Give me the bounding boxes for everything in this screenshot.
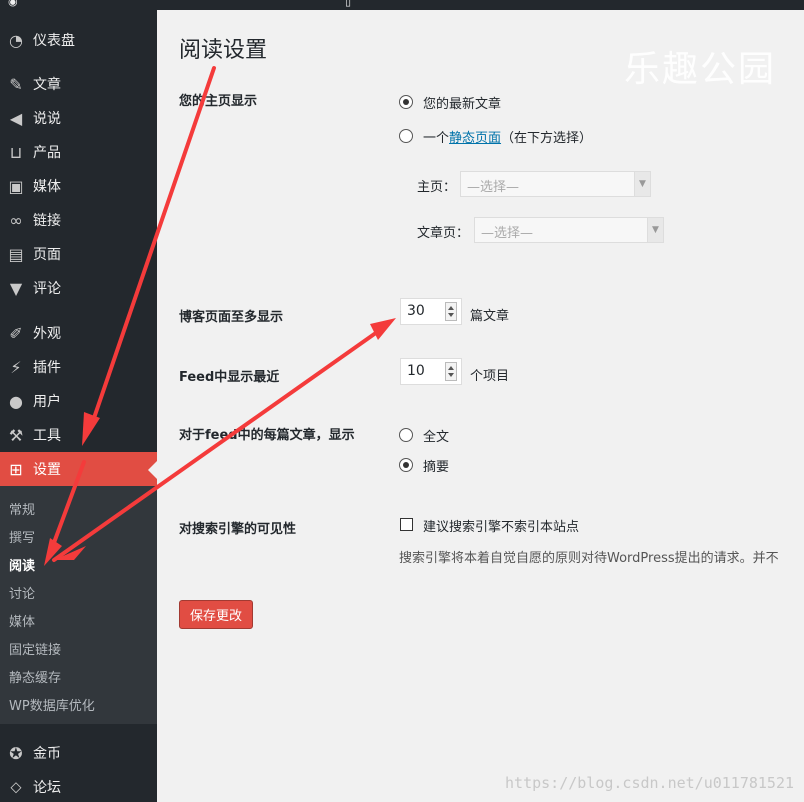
feed-count-input[interactable]: 10 bbox=[400, 358, 462, 385]
sidebar-item-forum[interactable]: ⬦ 论坛 bbox=[0, 770, 157, 802]
per-page-unit: 篇文章 bbox=[470, 309, 510, 324]
pin-icon: ✎ bbox=[9, 74, 23, 94]
sidebar-item-label: 媒体 bbox=[33, 179, 61, 195]
sidebar-item-talk[interactable]: ◀ 说说 bbox=[0, 101, 157, 135]
sidebar-item-label: 插件 bbox=[33, 360, 61, 376]
sidebar-item-label: 产品 bbox=[33, 145, 61, 161]
page-icon: ▤ bbox=[8, 244, 24, 264]
sidebar-item-label: 仪表盘 bbox=[33, 33, 75, 49]
sidebar-item-label: 链接 bbox=[33, 213, 61, 229]
option-feed-full-label: 全文 bbox=[423, 430, 450, 445]
sidebar-item-products[interactable]: ⊔ 产品 bbox=[0, 135, 157, 169]
megaphone-icon: ◀ bbox=[9, 108, 23, 128]
sidebar-item-users[interactable]: ● 用户 bbox=[0, 384, 157, 418]
settings-content: 阅读设置 您的主页显示 您的最新文章 一个静态页面（在下方选择） 主页： —选择… bbox=[157, 10, 804, 802]
admin-sidebar: ◔ 仪表盘 ✎ 文章 ◀ 说说 ⊔ 产品 ▣ 媒体 ∞ 链接 ▤ 页面 ▼ 评论… bbox=[0, 10, 157, 802]
page-title: 阅读设置 bbox=[179, 38, 268, 63]
plugin-icon: ⚡ bbox=[10, 357, 22, 377]
posts-per-page-input[interactable]: 30 bbox=[400, 298, 462, 325]
sidebar-item-label: 说说 bbox=[33, 111, 61, 127]
submenu-item-reading[interactable]: 阅读 bbox=[9, 555, 35, 574]
wrench-icon: ⚒ bbox=[8, 425, 24, 445]
static-page-link[interactable]: 静态页面 bbox=[449, 131, 501, 146]
settings-icon: ⊞ bbox=[9, 459, 23, 479]
homepage-label: 您的主页显示 bbox=[179, 94, 258, 109]
coin-icon: ✪ bbox=[9, 743, 23, 763]
sidebar-item-comments[interactable]: ▼ 评论 bbox=[0, 271, 157, 305]
submenu-item-static-cache[interactable]: 静态缓存 bbox=[9, 667, 61, 686]
watermark-text: 乐趣公园 bbox=[623, 49, 776, 90]
media-icon: ▣ bbox=[8, 176, 24, 196]
sidebar-item-label: 文章 bbox=[33, 77, 61, 93]
sidebar-item-posts[interactable]: ✎ 文章 bbox=[0, 67, 157, 101]
sidebar-item-label: 页面 bbox=[33, 247, 61, 263]
sidebar-item-label: 工具 bbox=[33, 428, 61, 444]
sidebar-item-coins[interactable]: ✪ 金币 bbox=[0, 736, 157, 770]
sidebar-item-label: 评论 bbox=[33, 281, 61, 297]
brush-icon: ✐ bbox=[9, 323, 23, 343]
submenu-item-writing[interactable]: 撰写 bbox=[9, 527, 35, 546]
sidebar-item-label: 用户 bbox=[33, 394, 61, 410]
submenu-item-general[interactable]: 常规 bbox=[9, 499, 35, 518]
sidebar-item-dashboard[interactable]: ◔ 仪表盘 bbox=[0, 23, 157, 57]
submenu-item-media[interactable]: 媒体 bbox=[9, 611, 35, 630]
radio-feed-full[interactable] bbox=[399, 428, 413, 442]
current-menu-notch bbox=[148, 461, 157, 479]
radio-latest-posts[interactable] bbox=[399, 95, 413, 109]
option-latest-posts-label: 您的最新文章 bbox=[423, 97, 502, 112]
discourage-search-label: 建议搜索引擎不索引本站点 bbox=[423, 520, 580, 535]
submenu-item-permalinks[interactable]: 固定链接 bbox=[9, 639, 61, 658]
save-button[interactable]: 保存更改 bbox=[179, 600, 253, 629]
new-content-icon[interactable]: ▯ bbox=[345, 0, 351, 8]
settings-submenu: 常规 撰写 阅读 讨论 媒体 固定链接 静态缓存 WP数据库优化 bbox=[0, 486, 157, 724]
sidebar-item-links[interactable]: ∞ 链接 bbox=[0, 203, 157, 237]
radio-feed-summary[interactable] bbox=[399, 458, 413, 472]
cart-icon: ⊔ bbox=[9, 142, 23, 162]
feed-count-label: Feed中显示最近 bbox=[179, 370, 280, 385]
sidebar-item-label: 论坛 bbox=[33, 780, 61, 796]
sidebar-item-settings[interactable]: ⊞ 设置 bbox=[0, 452, 157, 486]
feed-count-unit: 个项目 bbox=[470, 369, 510, 384]
option-static-page-label: 一个静态页面（在下方选择） bbox=[423, 131, 593, 146]
link-icon: ∞ bbox=[9, 210, 23, 230]
submenu-item-db-optimize[interactable]: WP数据库优化 bbox=[9, 695, 95, 714]
posts-page-select[interactable]: —选择— ▼ bbox=[474, 217, 664, 243]
sidebar-item-plugins[interactable]: ⚡ 插件 bbox=[0, 350, 157, 384]
sidebar-item-media[interactable]: ▣ 媒体 bbox=[0, 169, 157, 203]
search-visibility-label: 对搜索引擎的可见性 bbox=[179, 522, 297, 537]
sidebar-item-label: 设置 bbox=[33, 462, 61, 478]
sidebar-item-appearance[interactable]: ✐ 外观 bbox=[0, 316, 157, 350]
wp-logo-icon[interactable]: ◉ bbox=[8, 0, 18, 8]
posts-page-label: 文章页： bbox=[417, 226, 470, 241]
number-spinner-icon[interactable] bbox=[445, 302, 457, 321]
forum-icon: ⬦ bbox=[10, 777, 22, 796]
sidebar-item-label: 外观 bbox=[33, 326, 61, 342]
admin-top-bar: ◉ ▯ bbox=[0, 0, 804, 10]
chevron-down-icon: ▼ bbox=[634, 172, 650, 196]
radio-static-page[interactable] bbox=[399, 129, 413, 143]
chevron-down-icon: ▼ bbox=[647, 218, 663, 242]
url-watermark: https://blog.csdn.net/u011781521 bbox=[505, 774, 794, 792]
per-page-label: 博客页面至多显示 bbox=[179, 310, 284, 325]
sidebar-item-tools[interactable]: ⚒ 工具 bbox=[0, 418, 157, 452]
front-page-label: 主页： bbox=[417, 180, 457, 195]
sidebar-item-label: 金币 bbox=[33, 746, 61, 762]
front-page-select[interactable]: —选择— ▼ bbox=[460, 171, 651, 197]
comment-icon: ▼ bbox=[9, 278, 23, 298]
submenu-item-discussion[interactable]: 讨论 bbox=[9, 583, 35, 602]
number-spinner-icon[interactable] bbox=[445, 362, 457, 381]
search-visibility-description: 搜索引擎将本着自觉自愿的原则对待WordPress提出的请求。并不 bbox=[399, 551, 779, 566]
option-feed-summary-label: 摘要 bbox=[423, 460, 450, 475]
user-icon: ● bbox=[9, 391, 23, 411]
discourage-search-checkbox[interactable] bbox=[400, 518, 413, 531]
feed-mode-label: 对于feed中的每篇文章，显示 bbox=[179, 428, 355, 443]
dashboard-icon: ◔ bbox=[9, 30, 23, 50]
sidebar-item-pages[interactable]: ▤ 页面 bbox=[0, 237, 157, 271]
